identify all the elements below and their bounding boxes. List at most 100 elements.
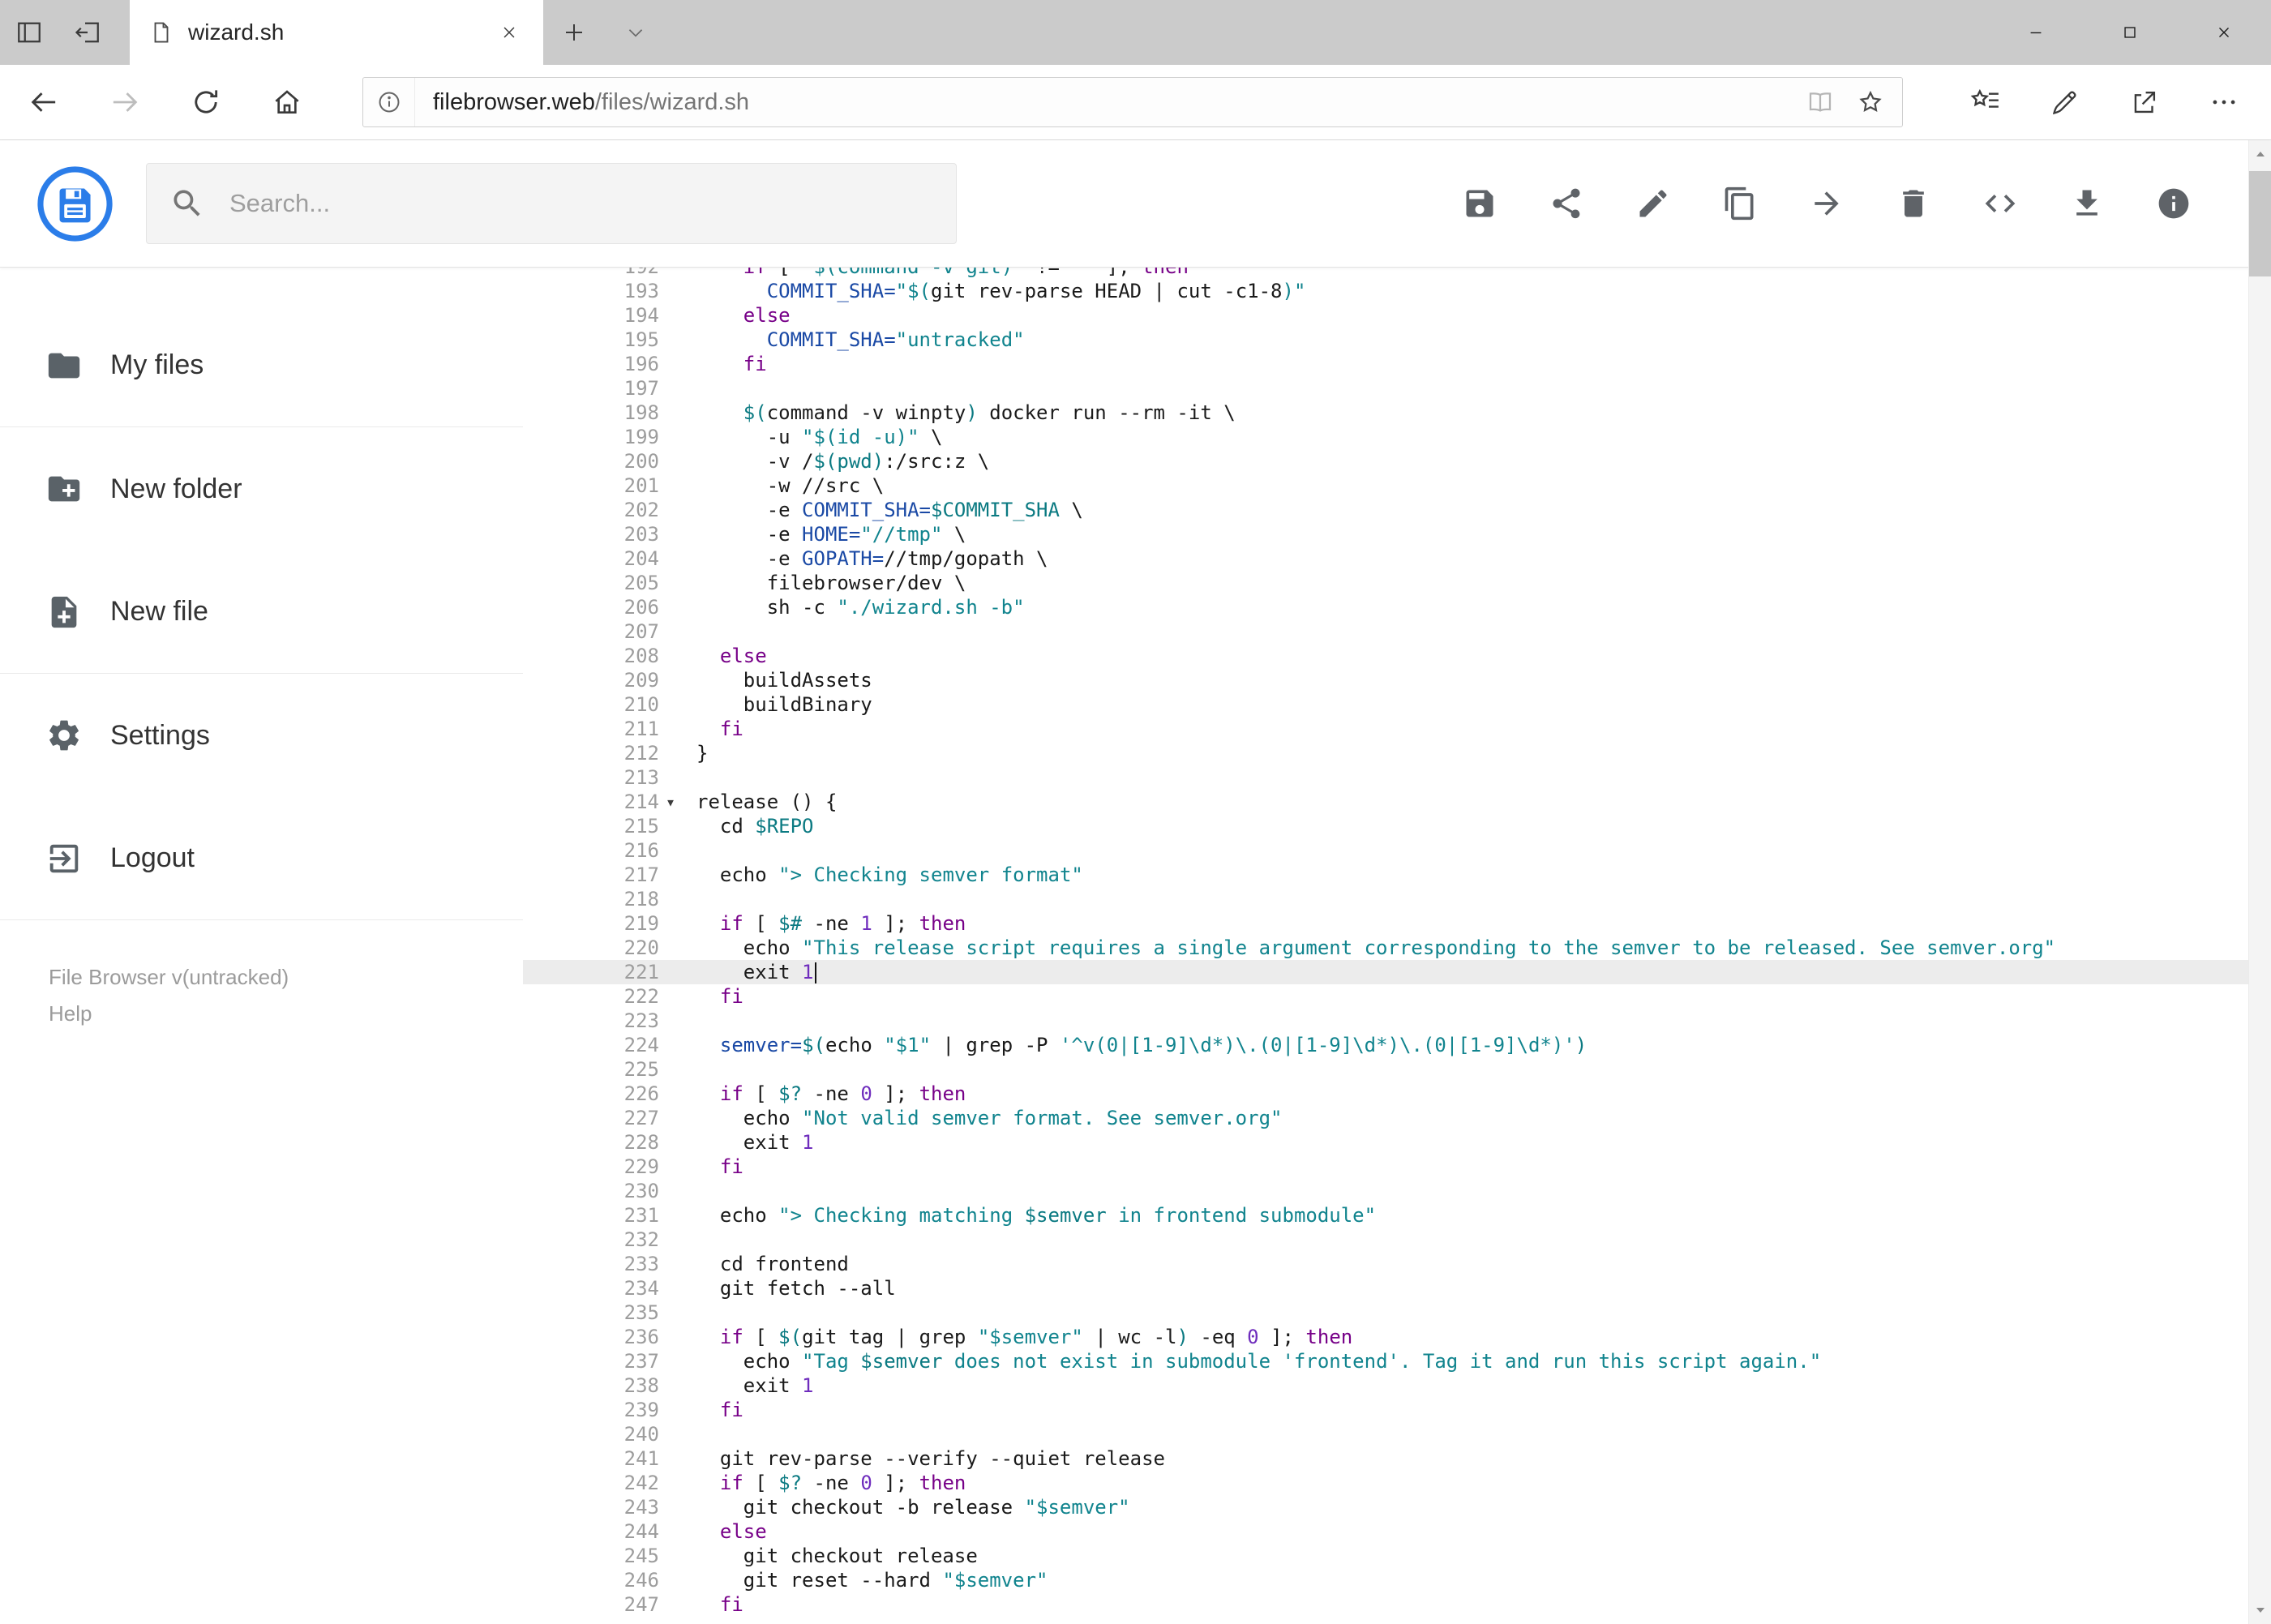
code-line-194[interactable]: 194 else	[523, 303, 2248, 328]
code-line-238[interactable]: 238 exit 1	[523, 1373, 2248, 1398]
code-line-242[interactable]: 242 if [ $? -ne 0 ]; then	[523, 1471, 2248, 1495]
maximize-button[interactable]	[2083, 0, 2177, 65]
code-editor[interactable]: 192 if [ "$(command -v git)" != "" ]; th…	[523, 268, 2248, 1624]
code-line-206[interactable]: 206 sh -c "./wizard.sh -b"	[523, 595, 2248, 619]
share-button[interactable]	[1549, 186, 1584, 221]
code-line-220[interactable]: 220 echo "This release script requires a…	[523, 936, 2248, 960]
code-line-201[interactable]: 201 -w //src \	[523, 473, 2248, 498]
set-tabs-aside-button[interactable]	[58, 0, 117, 65]
scroll-up-button[interactable]	[2249, 140, 2271, 169]
code-line-240[interactable]: 240	[523, 1422, 2248, 1446]
code-line-213[interactable]: 213	[523, 765, 2248, 790]
home-button[interactable]	[246, 65, 328, 140]
save-button[interactable]	[1462, 186, 1498, 221]
refresh-button[interactable]	[165, 65, 246, 140]
code-line-207[interactable]: 207	[523, 619, 2248, 644]
code-line-235[interactable]: 235	[523, 1300, 2248, 1325]
sidebar-item-my-files[interactable]: My files	[0, 304, 523, 427]
delete-button[interactable]	[1896, 186, 1931, 221]
code-line-212[interactable]: 212}	[523, 741, 2248, 765]
code-line-226[interactable]: 226 if [ $? -ne 0 ]; then	[523, 1082, 2248, 1106]
code-line-247[interactable]: 247 fi	[523, 1592, 2248, 1617]
code-line-223[interactable]: 223	[523, 1009, 2248, 1033]
sidebar-item-logout[interactable]: Logout	[0, 797, 523, 920]
code-line-208[interactable]: 208 else	[523, 644, 2248, 668]
tabs-set-aside-panel-button[interactable]	[0, 0, 58, 65]
code-line-197[interactable]: 197	[523, 376, 2248, 401]
site-info-button[interactable]	[363, 78, 415, 126]
scrollbar-thumb[interactable]	[2249, 171, 2271, 276]
reading-view-button[interactable]	[1795, 78, 1845, 126]
url-text[interactable]: filebrowser.web/files/wizard.sh	[433, 89, 1795, 116]
code-line-216[interactable]: 216	[523, 838, 2248, 863]
filebrowser-logo[interactable]	[36, 165, 114, 242]
search-box[interactable]	[146, 163, 957, 244]
code-line-215[interactable]: 215 cd $REPO	[523, 814, 2248, 838]
browser-menu-button[interactable]	[2184, 65, 2264, 140]
code-line-229[interactable]: 229 fi	[523, 1155, 2248, 1179]
sidebar-item-settings[interactable]: Settings	[0, 674, 523, 797]
scroll-down-button[interactable]	[2249, 1595, 2271, 1624]
code-line-209[interactable]: 209 buildAssets	[523, 668, 2248, 692]
code-line-217[interactable]: 217 echo "> Checking semver format"	[523, 863, 2248, 887]
code-line-218[interactable]: 218	[523, 887, 2248, 911]
code-line-195[interactable]: 195 COMMIT_SHA="untracked"	[523, 328, 2248, 352]
code-line-231[interactable]: 231 echo "> Checking matching $semver in…	[523, 1203, 2248, 1228]
code-line-196[interactable]: 196 fi	[523, 352, 2248, 376]
forward-button[interactable]	[84, 65, 165, 140]
tab-wizard-sh[interactable]: wizard.sh	[130, 0, 543, 65]
code-line-203[interactable]: 203 -e HOME="//tmp" \	[523, 522, 2248, 546]
fold-marker-icon[interactable]: ▾	[659, 790, 696, 814]
code-line-230[interactable]: 230	[523, 1179, 2248, 1203]
code-line-199[interactable]: 199 -u "$(id -u)" \	[523, 425, 2248, 449]
code-line-239[interactable]: 239 fi	[523, 1398, 2248, 1422]
code-line-210[interactable]: 210 buildBinary	[523, 692, 2248, 717]
code-line-233[interactable]: 233 cd frontend	[523, 1252, 2248, 1276]
code-line-200[interactable]: 200 -v /$(pwd):/src:z \	[523, 449, 2248, 473]
code-line-243[interactable]: 243 git checkout -b release "$semver"	[523, 1495, 2248, 1519]
code-line-232[interactable]: 232	[523, 1228, 2248, 1252]
back-button[interactable]	[3, 65, 84, 140]
sidebar-item-new-folder[interactable]: New folder	[0, 427, 523, 551]
tab-preview-toggle[interactable]	[605, 0, 666, 65]
tab-close-button[interactable]	[491, 15, 527, 50]
move-button[interactable]	[1809, 186, 1845, 221]
code-line-244[interactable]: 244 else	[523, 1519, 2248, 1544]
help-link[interactable]: Help	[49, 1001, 92, 1026]
code-line-211[interactable]: 211 fi	[523, 717, 2248, 741]
code-line-198[interactable]: 198 $(command -v winpty) docker run --rm…	[523, 401, 2248, 425]
code-line-221[interactable]: 221 exit 1	[523, 960, 2248, 984]
edit-button[interactable]	[1635, 186, 1671, 221]
code-line-205[interactable]: 205 filebrowser/dev \	[523, 571, 2248, 595]
code-line-224[interactable]: 224 semver=$(echo "$1" | grep -P '^v(0|[…	[523, 1033, 2248, 1057]
download-button[interactable]	[2069, 186, 2105, 221]
code-line-245[interactable]: 245 git checkout release	[523, 1544, 2248, 1568]
sidebar-item-new-file[interactable]: New file	[0, 551, 523, 674]
minimize-button[interactable]	[1989, 0, 2083, 65]
share-page-button[interactable]	[2105, 65, 2184, 140]
new-tab-button[interactable]	[543, 0, 605, 65]
favorite-button[interactable]	[1845, 78, 1896, 126]
code-line-241[interactable]: 241 git rev-parse --verify --quiet relea…	[523, 1446, 2248, 1471]
code-line-193[interactable]: 193 COMMIT_SHA="$(git rev-parse HEAD | c…	[523, 279, 2248, 303]
code-line-225[interactable]: 225	[523, 1057, 2248, 1082]
code-button[interactable]	[1982, 186, 2018, 221]
info-button[interactable]	[2156, 186, 2192, 221]
page-scrollbar[interactable]	[2248, 140, 2271, 1624]
close-window-button[interactable]	[2177, 0, 2271, 65]
code-line-202[interactable]: 202 -e COMMIT_SHA=$COMMIT_SHA \	[523, 498, 2248, 522]
address-bar[interactable]: filebrowser.web/files/wizard.sh	[362, 77, 1903, 127]
code-line-222[interactable]: 222 fi	[523, 984, 2248, 1009]
code-line-228[interactable]: 228 exit 1	[523, 1130, 2248, 1155]
copy-button[interactable]	[1722, 186, 1758, 221]
code-line-246[interactable]: 246 git reset --hard "$semver"	[523, 1568, 2248, 1592]
code-line-236[interactable]: 236 if [ $(git tag | grep "$semver" | wc…	[523, 1325, 2248, 1349]
search-input[interactable]	[229, 189, 933, 218]
code-line-234[interactable]: 234 git fetch --all	[523, 1276, 2248, 1300]
hub-button[interactable]	[1946, 65, 2025, 140]
code-line-214[interactable]: 214 ▾ release () {	[523, 790, 2248, 814]
code-line-204[interactable]: 204 -e GOPATH=//tmp/gopath \	[523, 546, 2248, 571]
code-line-192[interactable]: 192 if [ "$(command -v git)" != "" ]; th…	[523, 268, 2248, 279]
code-line-237[interactable]: 237 echo "Tag $semver does not exist in …	[523, 1349, 2248, 1373]
code-line-227[interactable]: 227 echo "Not valid semver format. See s…	[523, 1106, 2248, 1130]
